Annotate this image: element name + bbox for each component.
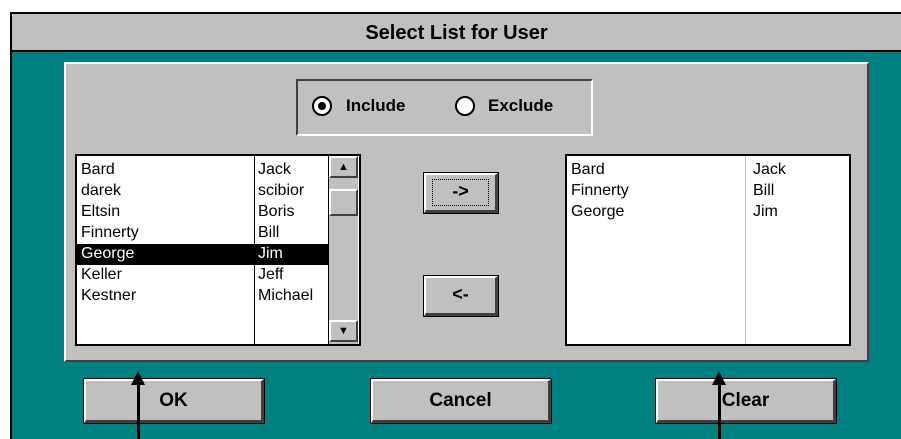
scrollbar-thumb[interactable] — [329, 189, 358, 216]
cancel-button[interactable]: Cancel — [370, 378, 552, 424]
pointer-arrow-icon — [712, 371, 726, 385]
radio-selected-icon — [312, 96, 332, 116]
pointer-line — [137, 384, 140, 439]
list-item-selected[interactable]: George Jim — [77, 244, 329, 265]
list-item[interactable]: George Jim — [567, 202, 849, 223]
remove-button[interactable]: <- — [423, 275, 499, 317]
clear-button[interactable]: Clear — [655, 378, 837, 424]
pointer-arrow-icon — [131, 371, 145, 385]
window-title: Select List for User — [365, 22, 548, 44]
radio-unselected-icon — [455, 96, 475, 116]
focus-rectangle — [432, 179, 489, 206]
list-item[interactable]: Finnerty Bill — [567, 181, 849, 202]
ok-button[interactable]: OK — [83, 378, 265, 424]
include-label: Include — [346, 96, 406, 115]
column-divider — [745, 156, 746, 344]
arrow-down-icon[interactable]: ▼ — [329, 320, 358, 342]
list-item[interactable]: Kestner Michael — [77, 286, 329, 307]
list-scrollbar[interactable]: ▲ ▼ — [328, 156, 358, 344]
list-item[interactable]: Bard Jack — [567, 160, 849, 181]
add-button[interactable]: -> — [423, 172, 499, 214]
list-item[interactable]: Eltsin Boris — [77, 202, 329, 223]
arrow-up-icon[interactable]: ▲ — [329, 156, 358, 178]
pointer-line — [718, 384, 721, 439]
list-item[interactable]: Keller Jeff — [77, 265, 329, 286]
exclude-radio[interactable]: Exclude — [455, 94, 583, 120]
available-users-list[interactable]: Bard Jack darek scibior Eltsin Boris Fin… — [75, 154, 361, 346]
exclude-label: Exclude — [488, 96, 554, 115]
column-divider — [254, 156, 255, 344]
include-radio[interactable]: Include — [312, 94, 430, 120]
selected-users-list[interactable]: Bard Jack Finnerty Bill George Jim — [565, 154, 851, 346]
list-item[interactable]: Finnerty Bill — [77, 223, 329, 244]
list-item[interactable]: darek scibior — [77, 181, 329, 202]
list-item[interactable]: Bard Jack — [77, 160, 329, 181]
